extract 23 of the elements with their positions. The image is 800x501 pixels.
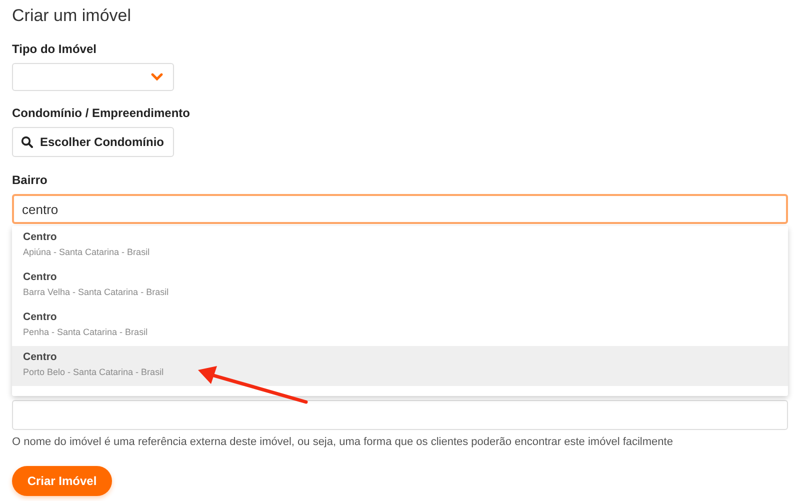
search-icon [21, 136, 33, 148]
suggestion-item[interactable]: Centro Penha - Santa Catarina - Brasil [12, 306, 788, 346]
suggestion-name: Centro [23, 311, 58, 323]
suggestion-name: Centro [23, 271, 58, 283]
chevron-down-icon [151, 73, 163, 81]
suggestion-name: Centro [23, 351, 58, 363]
page-title: Criar um imóvel [12, 6, 132, 26]
suggestion-location: Porto Belo - Santa Catarina - Brasil [23, 367, 165, 377]
help-text: O nome do imóvel é uma referência externa deste imóvel, ou seja, uma forma que os clientes poderão encontrar este imóvel facilmente [12, 436, 674, 448]
field-label: Condomínio / Empreendimento [12, 106, 192, 120]
choose-condominium-button[interactable]: Escolher Condomínio [12, 127, 174, 157]
field-label: Tipo do Imóvel [12, 42, 98, 56]
suggestion-location: Apiúna - Santa Catarina - Brasil [23, 247, 151, 257]
suggestion-location: Barra Velha - Santa Catarina - Brasil [23, 287, 170, 297]
suggestion-item[interactable]: Centro Apiúna - Santa Catarina - Brasil [12, 226, 788, 266]
suggestion-location: Penha - Santa Catarina - Brasil [23, 327, 149, 337]
suggestion-item[interactable]: Centro Barra Velha - Santa Catarina - Brasil [12, 266, 788, 306]
name-input[interactable] [12, 400, 788, 430]
neighborhood-input[interactable]: centro [12, 194, 788, 224]
suggestion-item[interactable]: Centro Porto Belo - Santa Catarina - Brasil [12, 346, 788, 386]
suggestion-name: Centro [23, 231, 58, 243]
field-label: Bairro [12, 173, 48, 187]
type-select[interactable] [12, 63, 174, 91]
